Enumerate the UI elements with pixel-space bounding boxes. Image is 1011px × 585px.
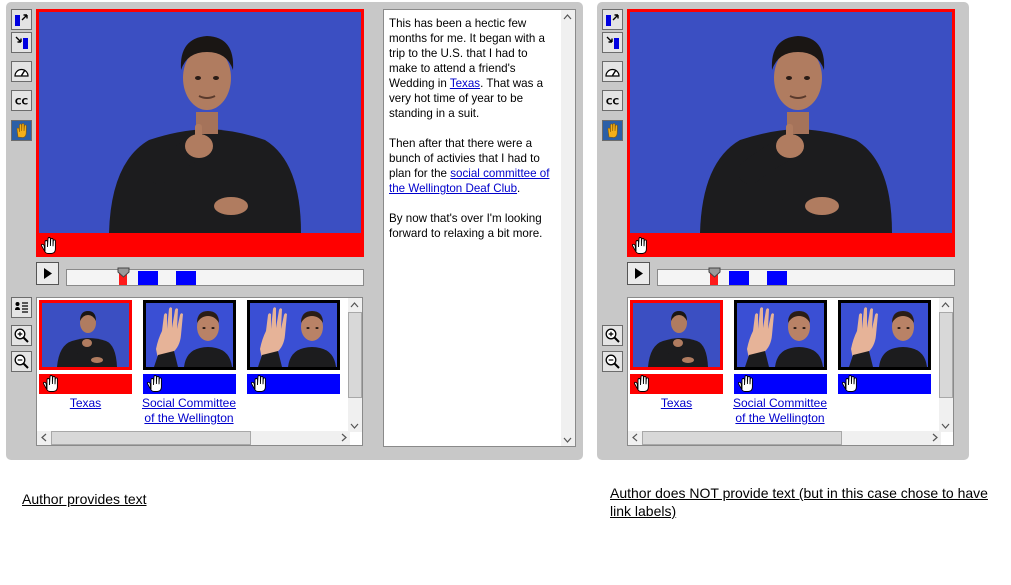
- caption-author-no-text[interactable]: Author does NOT provide text (but in thi…: [610, 484, 1002, 520]
- move-right-icon[interactable]: [11, 32, 32, 53]
- hand-pointer-icon: [634, 375, 649, 392]
- play-icon: [635, 268, 643, 279]
- scroll-thumb[interactable]: [642, 431, 842, 445]
- thumbnail-image[interactable]: [734, 300, 827, 370]
- zoom-in-icon[interactable]: [11, 325, 32, 346]
- scroll-left-arrow-icon[interactable]: [37, 431, 50, 444]
- thumbnail-image[interactable]: [39, 300, 132, 370]
- text-vertical-scrollbar[interactable]: [561, 10, 575, 446]
- zoom-out-icon[interactable]: [602, 351, 623, 372]
- link-thumbnail-3[interactable]: [838, 300, 931, 396]
- link-thumbnail-list: Texas Social Committee of the Wellington: [627, 297, 954, 446]
- thumbnail-image[interactable]: [247, 300, 340, 370]
- hand-pointer-icon: [147, 375, 162, 392]
- link-segment[interactable]: [729, 271, 749, 285]
- author-text-pane: This has been a hectic few months for me…: [383, 9, 576, 447]
- thumbnail-image[interactable]: [630, 300, 723, 370]
- sign-hand-icon[interactable]: [602, 120, 623, 141]
- closed-captions-icon[interactable]: CC: [602, 90, 623, 111]
- link-segment[interactable]: [767, 271, 787, 285]
- scroll-up-arrow-icon[interactable]: [561, 10, 574, 23]
- move-right-icon[interactable]: [602, 32, 623, 53]
- scroll-thumb[interactable]: [348, 312, 362, 398]
- left-viewer-panel: CC Texas Social Committee of the Welling…: [6, 2, 583, 460]
- playhead-knob[interactable]: [117, 267, 130, 278]
- link-thumbnail-list: Texas Social Committee of the Wellington: [36, 297, 363, 446]
- video-player[interactable]: [627, 9, 955, 257]
- playhead-knob[interactable]: [708, 267, 721, 278]
- svg-text:CC: CC: [15, 98, 29, 108]
- speed-gauge-icon[interactable]: [602, 61, 623, 82]
- link-segment[interactable]: [176, 271, 196, 285]
- link-label[interactable]: Texas: [39, 396, 132, 411]
- play-button[interactable]: [627, 262, 650, 285]
- hand-pointer-icon[interactable]: [40, 237, 57, 254]
- hand-pointer-icon: [842, 375, 857, 392]
- thumbnail-vertical-scrollbar[interactable]: [939, 298, 953, 432]
- link-marker-bar[interactable]: [630, 374, 723, 394]
- scroll-left-arrow-icon[interactable]: [628, 431, 641, 444]
- hand-pointer-icon[interactable]: [631, 237, 648, 254]
- link-marker-bar[interactable]: [734, 374, 827, 394]
- link-thumbnail-social-committee[interactable]: Social Committee of the Wellington: [142, 300, 236, 426]
- caption-author-provides-text[interactable]: Author provides text: [22, 490, 147, 508]
- video-frame: [39, 12, 361, 233]
- link-thumbnail-social-committee[interactable]: Social Committee of the Wellington: [733, 300, 827, 426]
- right-viewer-panel: CC Texas Social Committee of the Welling…: [597, 2, 969, 460]
- link-label[interactable]: Social Committee of the Wellington: [139, 396, 239, 426]
- scroll-down-arrow-icon[interactable]: [561, 433, 574, 446]
- scroll-thumb[interactable]: [51, 431, 251, 445]
- video-frame: [630, 12, 952, 233]
- thumbnail-horizontal-scrollbar[interactable]: [628, 431, 941, 445]
- speed-gauge-icon[interactable]: [11, 61, 32, 82]
- play-button[interactable]: [36, 262, 59, 285]
- link-marker-bar[interactable]: [247, 374, 340, 394]
- video-player[interactable]: [36, 9, 364, 257]
- move-left-icon[interactable]: [602, 9, 623, 30]
- timeline-track[interactable]: [657, 267, 955, 286]
- scroll-up-arrow-icon[interactable]: [939, 298, 952, 311]
- zoom-in-icon[interactable]: [602, 325, 623, 346]
- link-segment[interactable]: [138, 271, 158, 285]
- hand-pointer-icon: [43, 375, 58, 392]
- scroll-up-arrow-icon[interactable]: [348, 298, 361, 311]
- svg-text:CC: CC: [606, 98, 620, 108]
- timeline-track[interactable]: [66, 267, 364, 286]
- thumbnail-image[interactable]: [838, 300, 931, 370]
- link-marker-bar[interactable]: [143, 374, 236, 394]
- scroll-thumb[interactable]: [939, 312, 953, 398]
- play-icon: [44, 268, 52, 279]
- closed-captions-icon[interactable]: CC: [11, 90, 32, 111]
- text-link-texas[interactable]: Texas: [450, 77, 480, 90]
- link-label[interactable]: Texas: [630, 396, 723, 411]
- link-marker-bar[interactable]: [39, 374, 132, 394]
- hand-pointer-icon: [738, 375, 753, 392]
- list-view-icon[interactable]: [11, 297, 32, 318]
- thumbnail-horizontal-scrollbar[interactable]: [37, 431, 350, 445]
- move-left-icon[interactable]: [11, 9, 32, 30]
- text-paragraph: This has been a hectic few months for me…: [389, 17, 545, 120]
- link-marker-bar[interactable]: [838, 374, 931, 394]
- text-paragraph: By now that's over I'm looking forward t…: [389, 212, 543, 240]
- text-paragraph: Then after that there were a bunch of ac…: [389, 137, 550, 195]
- link-thumbnail-3[interactable]: [247, 300, 340, 396]
- sign-hand-icon[interactable]: [11, 120, 32, 141]
- scroll-right-arrow-icon[interactable]: [337, 431, 350, 444]
- hand-pointer-icon: [251, 375, 266, 392]
- link-thumbnail-texas[interactable]: Texas: [39, 300, 132, 411]
- zoom-out-icon[interactable]: [11, 351, 32, 372]
- link-label[interactable]: Social Committee of the Wellington: [730, 396, 830, 426]
- thumbnail-image[interactable]: [143, 300, 236, 370]
- thumbnail-vertical-scrollbar[interactable]: [348, 298, 362, 432]
- scroll-right-arrow-icon[interactable]: [928, 431, 941, 444]
- link-thumbnail-texas[interactable]: Texas: [630, 300, 723, 411]
